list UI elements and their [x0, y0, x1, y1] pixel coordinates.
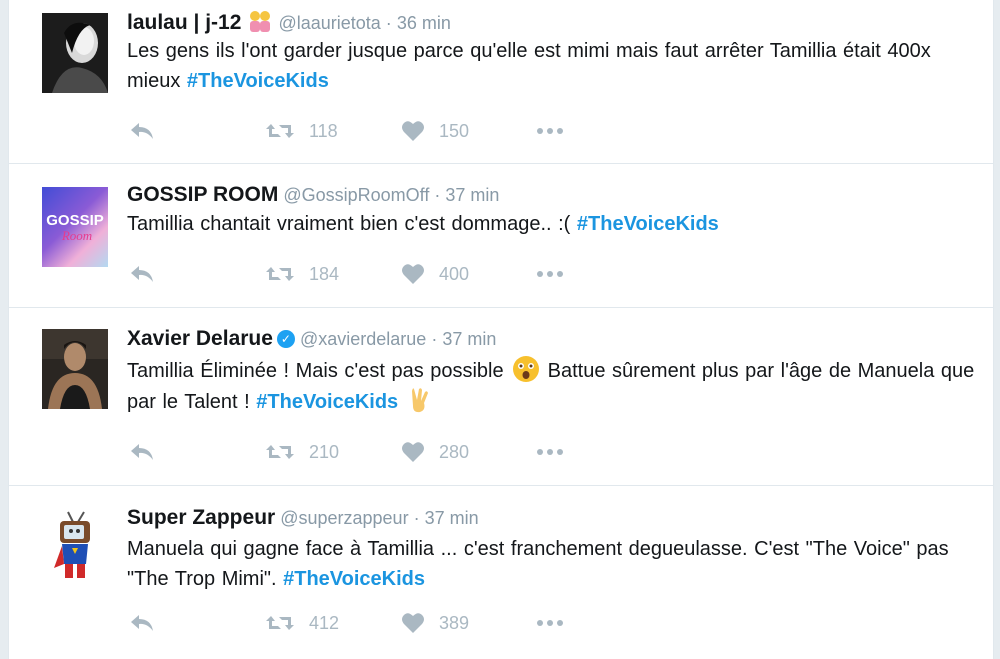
separator: ·	[385, 13, 392, 33]
tweet-header: Super Zappeur @superzappeur · 37 min	[127, 506, 479, 530]
more-options-button[interactable]	[537, 260, 567, 288]
retweet-icon	[266, 124, 294, 138]
hashtag-link[interactable]: #TheVoiceKids	[256, 391, 398, 413]
heart-icon	[402, 442, 424, 462]
more-dots-icon	[537, 271, 543, 277]
tweet-header: laulau | j-12 @laaurietota · 36 min	[127, 10, 451, 35]
user-fullname[interactable]: laulau | j-12	[127, 11, 241, 34]
timestamp[interactable]: 37 min	[425, 508, 479, 528]
heart-icon	[402, 121, 424, 141]
retweet-button[interactable]: 184	[265, 260, 339, 288]
tweet-actions: 412 389	[129, 609, 609, 637]
more-dot	[557, 128, 563, 134]
verified-badge-icon: ✓	[276, 330, 295, 348]
reply-button[interactable]	[129, 260, 155, 288]
avatar[interactable]: GOSSIP Room	[42, 187, 108, 267]
more-dot	[547, 620, 553, 626]
tweet[interactable]: GOSSIP Room GOSSIP ROOM @GossipRoomOff ·…	[9, 164, 993, 308]
more-dot	[557, 271, 563, 277]
tweet-text-body: Manuela qui gagne face à Tamillia ... c'…	[127, 538, 949, 590]
more-dot	[547, 128, 553, 134]
like-button[interactable]: 280	[401, 438, 469, 466]
avatar[interactable]	[42, 13, 108, 93]
like-count: 389	[439, 612, 470, 633]
more-dots-icon	[537, 128, 543, 134]
retweet-count: 210	[309, 441, 340, 462]
user-fullname[interactable]: Super Zappeur	[127, 506, 275, 529]
timestamp[interactable]: 37 min	[445, 185, 499, 205]
tweet-text: Tamillia chantait vraiment bien c'est do…	[127, 209, 987, 239]
like-count: 150	[439, 120, 470, 141]
reply-icon	[131, 444, 153, 460]
more-dot	[557, 449, 563, 455]
astonished-face-emoji-icon	[512, 356, 539, 382]
reply-button[interactable]	[129, 438, 155, 466]
more-dot	[547, 271, 553, 277]
tweet-actions: 184 400	[129, 260, 609, 288]
retweet-icon	[266, 445, 294, 459]
like-button[interactable]: 389	[401, 609, 469, 637]
separator: ·	[413, 508, 420, 528]
tweet-text-body: Tamillia Éliminée ! Mais c'est pas possi…	[127, 360, 504, 382]
victory-hand-emoji-icon	[412, 388, 429, 413]
user-handle[interactable]: @GossipRoomOff	[283, 185, 429, 205]
retweet-icon	[266, 267, 294, 281]
user-handle[interactable]: @xavierdelarue	[300, 329, 426, 349]
reply-button[interactable]	[129, 117, 155, 145]
retweet-button[interactable]: 412	[265, 609, 339, 637]
reply-icon	[131, 266, 153, 282]
retweet-count: 412	[309, 612, 340, 633]
hashtag-link[interactable]: #TheVoiceKids	[577, 213, 719, 235]
user-fullname[interactable]: GOSSIP ROOM	[127, 183, 278, 206]
timeline: laulau | j-12 @laaurietota · 36 min Les …	[8, 0, 994, 659]
tweet[interactable]: Xavier Delarue ✓ @xavierdelarue · 37 min …	[9, 308, 993, 486]
user-fullname[interactable]: Xavier Delarue	[127, 327, 273, 350]
tweet-header: GOSSIP ROOM @GossipRoomOff · 37 min	[127, 183, 499, 207]
separator: ·	[431, 329, 438, 349]
avatar-logo-subtext: Room	[61, 228, 92, 243]
timestamp[interactable]: 37 min	[442, 329, 496, 349]
retweet-count: 184	[309, 263, 340, 284]
more-options-button[interactable]	[537, 117, 567, 145]
like-count: 400	[439, 263, 470, 284]
avatar-logo-text: GOSSIP	[46, 212, 104, 229]
reply-icon	[131, 615, 153, 631]
separator: ·	[434, 185, 441, 205]
like-button[interactable]: 150	[401, 117, 469, 145]
heart-icon	[402, 613, 424, 633]
timestamp[interactable]: 36 min	[397, 13, 451, 33]
tweet-text: Manuela qui gagne face à Tamillia ... c'…	[127, 534, 987, 594]
tweet-text: Les gens ils l'ont garder jusque parce q…	[127, 36, 987, 96]
reply-button[interactable]	[129, 609, 155, 637]
tweet[interactable]: Super Zappeur @superzappeur · 37 min Man…	[9, 486, 993, 659]
tweet-actions: 210 280	[129, 438, 609, 466]
tweet-header: Xavier Delarue ✓ @xavierdelarue · 37 min	[127, 327, 496, 351]
like-button[interactable]: 400	[401, 260, 469, 288]
hashtag-link[interactable]: #TheVoiceKids	[187, 70, 329, 92]
tweet-text: Tamillia Éliminée ! Mais c'est pas possi…	[127, 355, 987, 417]
avatar[interactable]	[42, 329, 108, 409]
retweet-count: 118	[309, 120, 338, 141]
more-dot	[547, 449, 553, 455]
retweet-button[interactable]: 210	[265, 438, 339, 466]
tweet-text-body: Tamillia chantait vraiment bien c'est do…	[127, 213, 571, 235]
user-handle[interactable]: @superzappeur	[280, 508, 408, 528]
retweet-button[interactable]: 118	[265, 117, 338, 145]
more-dot	[557, 620, 563, 626]
tweet[interactable]: laulau | j-12 @laaurietota · 36 min Les …	[9, 0, 993, 164]
retweet-icon	[266, 616, 294, 630]
heart-icon	[402, 264, 424, 284]
more-dots-icon	[537, 620, 543, 626]
tweet-actions: 118 150	[129, 117, 609, 145]
like-count: 280	[439, 441, 470, 462]
more-dots-icon	[537, 449, 543, 455]
reply-icon	[131, 123, 153, 139]
hashtag-link[interactable]: #TheVoiceKids	[283, 568, 425, 590]
user-handle[interactable]: @laaurietota	[278, 13, 380, 33]
more-options-button[interactable]	[537, 438, 567, 466]
more-options-button[interactable]	[537, 609, 567, 637]
avatar[interactable]	[42, 508, 108, 588]
family-emoji-icon	[250, 11, 271, 32]
